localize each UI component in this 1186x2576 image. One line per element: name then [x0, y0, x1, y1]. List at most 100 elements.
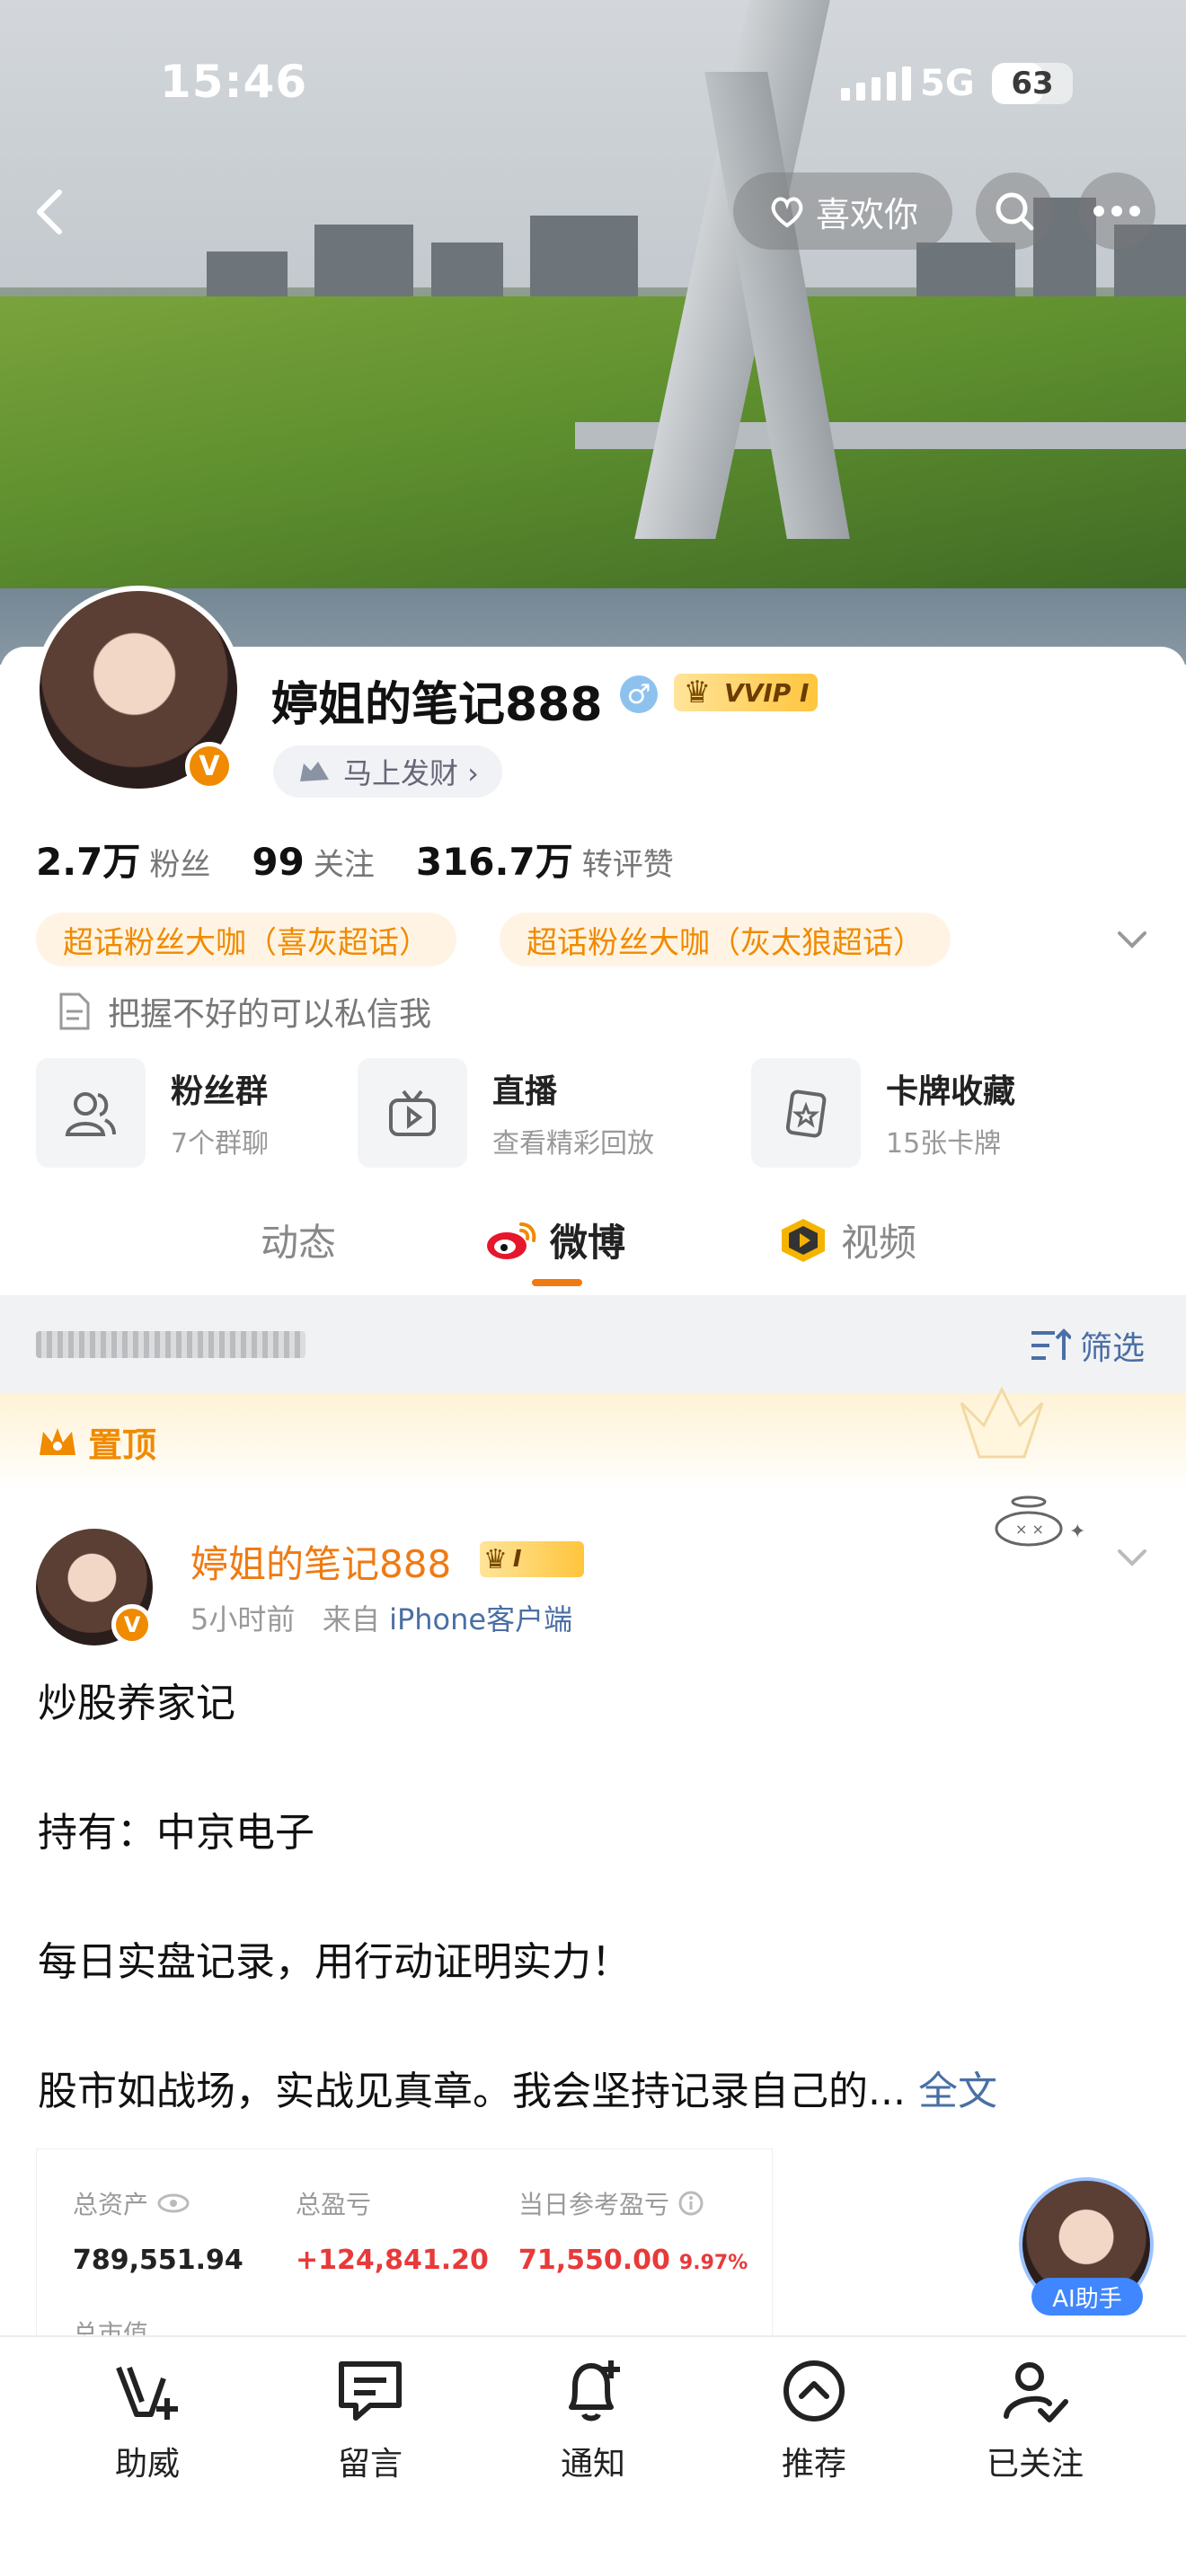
search-button[interactable] — [976, 172, 1053, 250]
live-tv-icon — [358, 1058, 467, 1168]
network-type: 5G — [920, 63, 975, 104]
more-dots-icon — [1093, 206, 1140, 216]
post-text-last-line: 股市如战场，实战见真章。我会坚持记录自己的... 全文 — [38, 2059, 997, 2116]
tab-video[interactable]: 视频 — [778, 1213, 916, 1267]
profile-name: 婷姐的笔记888 — [271, 678, 603, 732]
like-you-label: 喜欢你 — [815, 194, 918, 234]
post-from-prefix: 来自 — [322, 1602, 380, 1636]
info-icon — [678, 2191, 704, 2216]
fans-group-icon — [36, 1058, 146, 1168]
asset-percent: 9.97% — [678, 2252, 748, 2274]
post-image-asset-summary[interactable]: 总资产 789,551.94 总盈亏 +124,841.20 当日参考盈亏 71… — [36, 2148, 773, 2339]
v-plus-icon — [116, 2366, 178, 2420]
stat-following[interactable]: 99 关注 — [252, 840, 374, 884]
feature-fans-group[interactable]: 粉丝群 7个群聊 — [36, 1058, 269, 1168]
full-text-link[interactable]: 全文 — [918, 2069, 997, 2114]
super-topic-badge[interactable]: 超话粉丝大咖（灰太狼超话） — [500, 913, 951, 966]
message-button[interactable]: 留言 — [298, 2355, 442, 2484]
bottom-label: 助威 — [114, 2446, 180, 2483]
post-vip-badge[interactable]: ♛ I — [480, 1541, 584, 1577]
daily-pnl: 当日参考盈亏 71,550.00 9.97% — [518, 2185, 748, 2276]
asset-value: 71,550.00 9.97% — [518, 2245, 748, 2276]
bell-plus-icon — [569, 2360, 620, 2422]
recommend-button[interactable]: 推荐 — [742, 2355, 886, 2484]
stat-followers[interactable]: 2.7万 粉丝 — [36, 832, 210, 887]
tab-activity[interactable]: 动态 — [261, 1213, 336, 1267]
post-meta: 5小时前 来自 iPhone客户端 — [190, 1597, 572, 1638]
more-button[interactable] — [1078, 172, 1155, 250]
stat-label: 转评赞 — [581, 847, 674, 883]
weibo-logo-icon — [487, 1222, 536, 1259]
chevron-left-icon — [37, 190, 62, 234]
asset-label: 总资产 — [73, 2185, 243, 2221]
post-source[interactable]: iPhone客户端 — [389, 1602, 572, 1636]
post-text-line: 股市如战场，实战见真章。我会坚持记录自己的... — [38, 2069, 906, 2114]
search-icon — [996, 192, 1034, 231]
tab-label: 视频 — [841, 1221, 917, 1265]
total-assets: 总资产 789,551.94 — [73, 2185, 243, 2276]
male-gender-icon: ♂ — [620, 675, 658, 713]
vip-label: VVIP I — [724, 677, 810, 708]
verified-badge-icon: V — [111, 1604, 153, 1645]
feature-subtitle: 查看精彩回放 — [492, 1128, 654, 1160]
like-you-button[interactable]: 喜欢你 — [733, 172, 952, 250]
post-vip-label: I — [512, 1546, 522, 1573]
post-text-line: 炒股养家记 — [38, 1681, 235, 1726]
bottom-action-bar: 助威 留言 通知 推荐 已关注 — [0, 2335, 1186, 2576]
filter-sort-icon — [1031, 1328, 1071, 1360]
pinned-text: 置顶 — [88, 1425, 157, 1465]
tab-label: 微博 — [550, 1221, 626, 1265]
crown-icon — [40, 1427, 75, 1455]
profile-tabs: 动态 微博 视频 — [0, 1195, 1186, 1293]
message-icon — [339, 2361, 402, 2421]
chevron-down-icon — [1118, 931, 1146, 948]
expand-button[interactable] — [1114, 922, 1150, 957]
video-hexagon-icon — [782, 1218, 825, 1262]
bottom-label: 已关注 — [986, 2446, 1084, 2483]
super-topic-badge[interactable]: 超话粉丝大咖（喜灰超话） — [36, 913, 456, 966]
pinned-label: 置顶 — [36, 1417, 156, 1467]
status-bar: 15:46 5G 63 — [0, 0, 1186, 162]
stat-value: 316.7万 — [415, 840, 573, 884]
chevron-down-icon — [1118, 1549, 1146, 1566]
verified-badge-icon: V — [185, 742, 234, 790]
post-author-name[interactable]: 婷姐的笔记888 — [190, 1534, 451, 1589]
feature-subtitle: 15张卡牌 — [886, 1128, 1002, 1160]
stat-label: 关注 — [313, 847, 375, 883]
notify-button[interactable]: 通知 — [521, 2355, 665, 2484]
document-icon — [59, 992, 90, 1030]
filter-button[interactable]: 筛选 — [1030, 1322, 1145, 1369]
recommend-up-icon — [783, 2360, 845, 2422]
post-menu-button[interactable] — [1114, 1539, 1150, 1575]
svg-text:✦: ✦ — [1069, 1521, 1085, 1543]
status-time: 15:46 — [160, 56, 308, 108]
user-check-icon — [1004, 2362, 1068, 2422]
battery-icon: 63 — [992, 63, 1073, 104]
bio-text: 把握不好的可以私信我 — [108, 996, 432, 1033]
feature-title: 粉丝群 — [171, 1073, 269, 1110]
wealth-cat-icon — [300, 762, 329, 781]
profile-bio: 把握不好的可以私信我 — [56, 988, 431, 1035]
stat-reposts-comments-likes[interactable]: 316.7万 转评赞 — [416, 832, 674, 887]
tab-weibo[interactable]: 微博 — [485, 1213, 625, 1267]
battery-level: 63 — [1011, 66, 1054, 101]
feature-live[interactable]: 直播 查看精彩回放 — [358, 1058, 654, 1168]
pinned-banner: 置顶 × × ✦ — [0, 1386, 1186, 1547]
bottom-label: 留言 — [337, 2446, 403, 2483]
feature-title: 卡牌收藏 — [886, 1073, 1016, 1110]
profile-tag-chip[interactable]: 马上发财 › — [273, 745, 502, 798]
asset-label: 总盈亏 — [296, 2190, 372, 2219]
followed-button[interactable]: 已关注 — [963, 2355, 1107, 2484]
asset-value: 789,551.94 — [73, 2245, 243, 2276]
active-tab-indicator — [532, 1279, 582, 1286]
feature-card-collection[interactable]: 卡牌收藏 15张卡牌 — [751, 1058, 1015, 1168]
vip-badge[interactable]: ♛ VVIP I — [674, 674, 818, 711]
blurred-text — [36, 1331, 305, 1358]
back-button[interactable] — [25, 185, 79, 239]
ai-helper-label[interactable]: AI助手 — [1031, 2278, 1143, 2316]
stat-value: 99 — [252, 840, 305, 884]
feature-title: 直播 — [492, 1073, 558, 1110]
heart-hand-icon — [771, 197, 803, 228]
post-text-line: 每日实盘记录，用行动证明实力！ — [38, 1939, 631, 1985]
cheer-button[interactable]: 助威 — [75, 2355, 219, 2484]
